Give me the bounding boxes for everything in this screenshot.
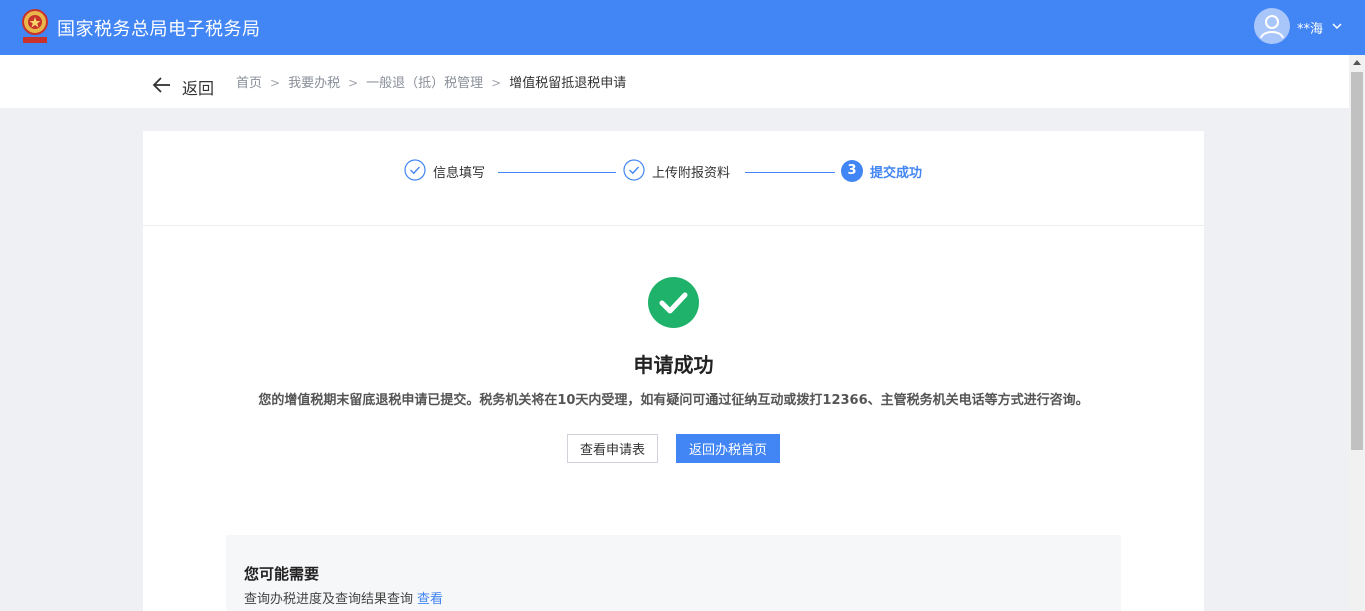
chevron-right-icon: > (270, 76, 281, 90)
step-number-badge: 3 (841, 160, 863, 182)
check-circle-icon (623, 159, 645, 181)
chevron-right-icon: > (348, 76, 359, 90)
check-circle-icon (404, 159, 426, 181)
scroll-up-arrow-icon[interactable] (1353, 60, 1361, 65)
breadcrumb-home[interactable]: 首页 (236, 76, 262, 91)
sub-nav-bar: 返回 首页 > 我要办税 > 一般退（抵）税管理 > 增值税留抵退税申请 (0, 55, 1349, 108)
suggestion-panel: 您可能需要 查询办税进度及查询结果查询 查看 (226, 535, 1121, 611)
breadcrumb: 首页 > 我要办税 > 一般退（抵）税管理 > 增值税留抵退税申请 (236, 72, 626, 91)
breadcrumb-refund-management[interactable]: 一般退（抵）税管理 (366, 76, 483, 91)
main-card: 信息填写 上传附报资料 3 提交成功 申请成功 您的增值税期末留底退税申请已提交… (143, 131, 1204, 611)
chevron-down-icon[interactable] (1331, 20, 1343, 32)
suggestion-text: 查询办税进度及查询结果查询 查看 (244, 588, 443, 607)
step-upload-docs: 上传附报资料 (652, 166, 731, 181)
result-title: 申请成功 (633, 353, 714, 377)
user-avatar-icon[interactable] (1254, 8, 1290, 44)
page-scrollbar[interactable] (1349, 55, 1365, 611)
step-connector (745, 172, 835, 173)
suggestion-title: 您可能需要 (244, 565, 320, 583)
breadcrumb-tax-handling[interactable]: 我要办税 (288, 76, 340, 91)
breadcrumb-current: 增值税留抵退税申请 (509, 76, 627, 91)
step-info-fill: 信息填写 (433, 166, 486, 181)
step-submit-success: 提交成功 (870, 166, 923, 181)
result-description: 您的增值税期末留底退税申请已提交。税务机关将在10天内受理，如有疑问可通过征纳互… (258, 393, 1089, 408)
app-title: 国家税务总局电子税务局 (57, 19, 261, 40)
top-header: 国家税务总局电子税务局 **海 (0, 0, 1365, 55)
tax-emblem-icon (22, 9, 48, 43)
view-application-button[interactable]: 查看申请表 (567, 434, 658, 463)
step-connector (498, 172, 616, 173)
user-name[interactable]: **海 (1297, 18, 1323, 37)
scroll-thumb[interactable] (1351, 72, 1363, 450)
view-progress-link[interactable]: 查看 (417, 592, 443, 607)
suggestion-description: 查询办税进度及查询结果查询 (244, 592, 414, 607)
back-to-home-button[interactable]: 返回办税首页 (676, 434, 780, 463)
divider (143, 225, 1204, 226)
success-check-icon (648, 277, 699, 328)
back-label: 返回 (182, 79, 215, 98)
arrow-left-icon (152, 77, 170, 93)
chevron-right-icon: > (491, 76, 502, 90)
